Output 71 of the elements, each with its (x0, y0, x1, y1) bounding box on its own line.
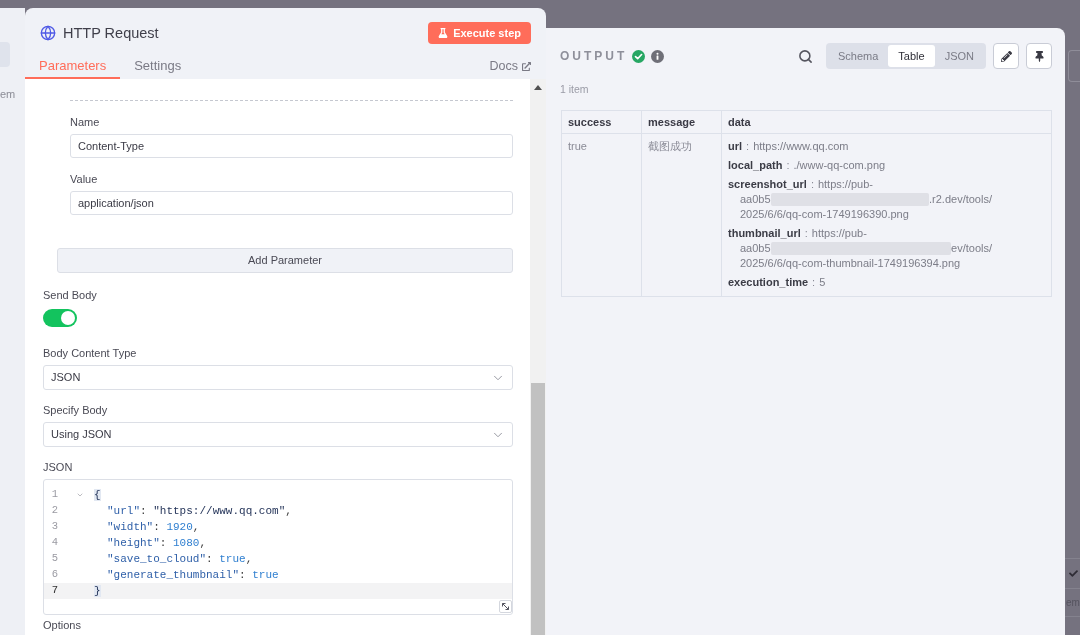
dropdown-select[interactable]: JSON (43, 365, 513, 390)
property-key: thumbnail_url : (728, 226, 812, 241)
scroll-up-arrow-icon[interactable] (534, 85, 542, 90)
item-count: 1 item (559, 82, 590, 96)
info-icon[interactable] (651, 49, 665, 63)
search-icon[interactable] (798, 48, 813, 64)
dropdown-select[interactable]: Using JSON (43, 422, 513, 447)
field-label: Send Body (43, 288, 98, 302)
property-value: aa0b5 (740, 241, 771, 256)
add-parameter-button[interactable]: Add Parameter (57, 248, 513, 273)
property-value: https://pub- (811, 226, 867, 241)
check-circle-icon (632, 49, 646, 63)
field-label: JSON (43, 460, 74, 474)
code-text: "width": 1920, (107, 519, 200, 535)
code-text: } (94, 583, 101, 599)
property-key: screenshot_url : (728, 177, 818, 192)
line-number: 1 (50, 487, 60, 503)
line-number: 4 (50, 535, 60, 551)
node-title: HTTP Request (63, 24, 159, 42)
field-label: Name (70, 115, 101, 129)
flask-icon (438, 28, 449, 38)
line-number: 6 (50, 567, 60, 583)
property-key: execution_time : (728, 275, 820, 290)
line-number: 2 (50, 503, 60, 519)
field-label: Body Content Type (43, 346, 138, 360)
output-title: OUTPUT (560, 48, 628, 65)
field-label: Options (43, 619, 82, 632)
tab[interactable]: Settings (120, 54, 196, 79)
property-value: aa0b5 (740, 192, 771, 207)
pushpin-icon (1033, 50, 1045, 62)
toggle-switch[interactable] (43, 309, 77, 327)
cropped-label: em (0, 87, 17, 101)
scrollbar-track[interactable] (530, 79, 546, 635)
property-key: local_path : (728, 158, 794, 173)
docs-link[interactable]: Docs (489, 57, 531, 76)
property-value: 5 (819, 275, 826, 290)
table-cell: true (561, 133, 642, 297)
globe-icon (40, 25, 56, 41)
property-value: 2025/6/6/qq-com-thumbnail-1749196394.png (740, 256, 961, 271)
text-input[interactable]: application/json (70, 191, 513, 215)
property-value: https://www.qq.com (753, 139, 849, 154)
line-number: 5 (50, 551, 60, 567)
resize-handle-icon[interactable] (499, 600, 512, 613)
edit-button[interactable] (993, 43, 1019, 69)
code-text: "height": 1080, (107, 535, 207, 551)
column-header: data (721, 110, 1052, 134)
property-value: ./www-qq-com.png (793, 158, 886, 173)
code-text: "generate_thumbnail": true (107, 567, 279, 583)
property-value: ev/tools/ (951, 241, 992, 256)
table-cell: 截图成功 (641, 133, 722, 297)
line-number: 3 (50, 519, 60, 535)
column-header: message (641, 110, 722, 134)
field-label: Specify Body (43, 403, 109, 417)
view-tab[interactable]: Table (888, 45, 935, 67)
pencil-icon (1000, 50, 1012, 62)
code-text: "url": "https://www.qq.com", (107, 503, 292, 519)
line-number: 7 (50, 583, 60, 599)
property-value: .r2.dev/tools/ (929, 192, 992, 207)
column-header: success (561, 110, 642, 134)
property-value: 2025/6/6/qq-com-1749196390.png (740, 207, 909, 222)
property-key: url : (728, 139, 754, 154)
code-text: "save_to_cloud": true, (107, 551, 253, 567)
scrollbar-thumb[interactable] (531, 383, 545, 635)
code-editor[interactable]: 1 { 2 "url": "https://www.qq.com", 3 "width": 1920, 4 "height": 1080, 5 "save_to_cloud": true, 6 "generate_thumbnail": true 7 } (43, 479, 513, 615)
field-label: Value (70, 172, 99, 186)
check-icon (1069, 569, 1078, 578)
pin-button[interactable] (1026, 43, 1052, 69)
property-value: https://pub- (817, 177, 873, 192)
external-link-icon (522, 62, 531, 71)
text-input[interactable]: Content-Type (70, 134, 513, 158)
code-text: { (94, 487, 101, 503)
